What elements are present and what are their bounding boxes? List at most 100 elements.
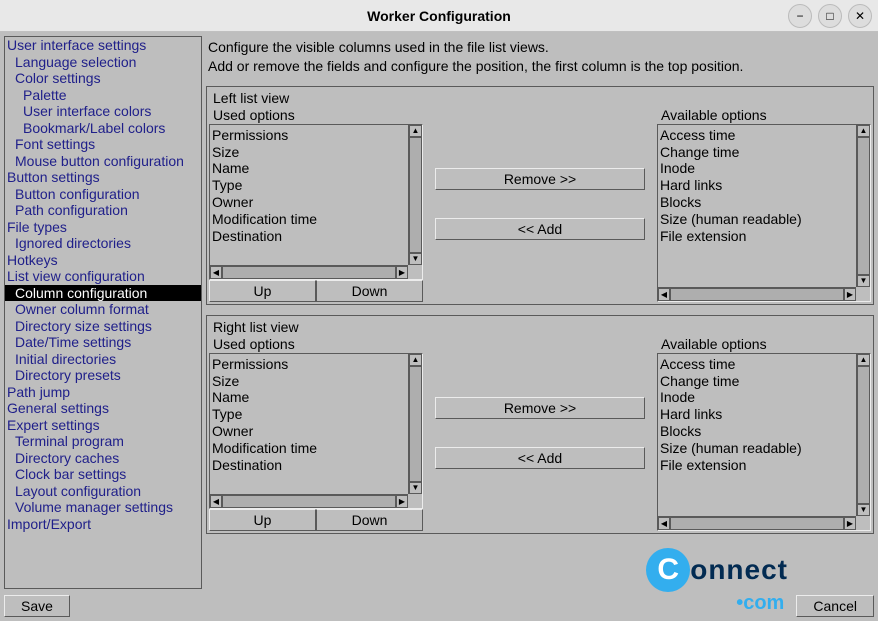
horizontal-scrollbar[interactable]: ◀ ▶ — [210, 265, 408, 279]
sidebar-item[interactable]: Import/Export — [5, 516, 201, 533]
sidebar-item[interactable]: List view configuration — [5, 268, 201, 285]
vertical-scrollbar[interactable]: ▲ ▼ — [856, 354, 870, 516]
sidebar-item[interactable]: Layout configuration — [5, 483, 201, 500]
horizontal-scrollbar[interactable]: ◀ ▶ — [658, 516, 856, 530]
move-down-button[interactable]: Down — [316, 280, 423, 302]
list-item[interactable]: Access time — [660, 127, 868, 144]
scroll-down-icon[interactable]: ▼ — [857, 275, 870, 287]
scroll-up-icon[interactable]: ▲ — [409, 354, 422, 366]
scroll-down-icon[interactable]: ▼ — [409, 253, 422, 265]
sidebar-item[interactable]: Button settings — [5, 169, 201, 186]
sidebar-item[interactable]: Date/Time settings — [5, 334, 201, 351]
move-up-button[interactable]: Up — [209, 509, 316, 531]
scroll-track[interactable] — [670, 517, 844, 530]
vertical-scrollbar[interactable]: ▲ ▼ — [408, 354, 422, 494]
list-item[interactable]: Name — [212, 389, 420, 406]
used-options-list[interactable]: PermissionsSizeNameTypeOwnerModification… — [209, 124, 423, 280]
cancel-button[interactable]: Cancel — [796, 595, 874, 617]
sidebar-item[interactable]: Button configuration — [5, 186, 201, 203]
horizontal-scrollbar[interactable]: ◀ ▶ — [210, 494, 408, 508]
list-item[interactable]: Hard links — [660, 177, 868, 194]
list-item[interactable]: Destination — [212, 457, 420, 474]
sidebar-item[interactable]: Directory size settings — [5, 318, 201, 335]
sidebar-item[interactable]: Column configuration — [5, 285, 201, 302]
list-item[interactable]: Size — [212, 373, 420, 390]
list-item[interactable]: File extension — [660, 228, 868, 245]
list-item[interactable]: Permissions — [212, 127, 420, 144]
scroll-right-icon[interactable]: ▶ — [844, 288, 856, 301]
scroll-right-icon[interactable]: ▶ — [844, 517, 856, 530]
scroll-right-icon[interactable]: ▶ — [396, 495, 408, 508]
sidebar-item[interactable]: Mouse button configuration — [5, 153, 201, 170]
scroll-left-icon[interactable]: ◀ — [658, 288, 670, 301]
sidebar-item[interactable]: Palette — [5, 87, 201, 104]
sidebar-item[interactable]: Initial directories — [5, 351, 201, 368]
scroll-up-icon[interactable]: ▲ — [857, 125, 870, 137]
list-item[interactable]: File extension — [660, 457, 868, 474]
move-up-button[interactable]: Up — [209, 280, 316, 302]
sidebar-item[interactable]: Clock bar settings — [5, 466, 201, 483]
list-item[interactable]: Change time — [660, 373, 868, 390]
scroll-down-icon[interactable]: ▼ — [857, 504, 870, 516]
add-button[interactable]: << Add — [435, 218, 645, 240]
scroll-track[interactable] — [670, 288, 844, 301]
sidebar-item[interactable]: General settings — [5, 400, 201, 417]
scroll-left-icon[interactable]: ◀ — [210, 495, 222, 508]
available-options-list[interactable]: Access timeChange timeInodeHard linksBlo… — [657, 124, 871, 302]
list-item[interactable]: Inode — [660, 389, 868, 406]
close-button[interactable]: ✕ — [848, 4, 872, 28]
sidebar-item[interactable]: User interface colors — [5, 103, 201, 120]
list-item[interactable]: Destination — [212, 228, 420, 245]
sidebar-item[interactable]: User interface settings — [5, 37, 201, 54]
maximize-button[interactable]: □ — [818, 4, 842, 28]
list-item[interactable]: Size (human readable) — [660, 211, 868, 228]
sidebar-item[interactable]: Directory presets — [5, 367, 201, 384]
scroll-left-icon[interactable]: ◀ — [658, 517, 670, 530]
remove-button[interactable]: Remove >> — [435, 397, 645, 419]
scroll-track[interactable] — [222, 495, 396, 508]
list-item[interactable]: Owner — [212, 423, 420, 440]
vertical-scrollbar[interactable]: ▲ ▼ — [408, 125, 422, 265]
sidebar-item[interactable]: Ignored directories — [5, 235, 201, 252]
scroll-track[interactable] — [857, 366, 870, 504]
sidebar-item[interactable]: Bookmark/Label colors — [5, 120, 201, 137]
sidebar-item[interactable]: Terminal program — [5, 433, 201, 450]
scroll-up-icon[interactable]: ▲ — [409, 125, 422, 137]
save-button[interactable]: Save — [4, 595, 70, 617]
scroll-track[interactable] — [409, 366, 422, 482]
minimize-button[interactable]: − — [788, 4, 812, 28]
list-item[interactable]: Type — [212, 406, 420, 423]
scroll-track[interactable] — [222, 266, 396, 279]
list-item[interactable]: Modification time — [212, 211, 420, 228]
horizontal-scrollbar[interactable]: ◀ ▶ — [658, 287, 856, 301]
scroll-up-icon[interactable]: ▲ — [857, 354, 870, 366]
sidebar-item[interactable]: Language selection — [5, 54, 201, 71]
sidebar-item[interactable]: Hotkeys — [5, 252, 201, 269]
list-item[interactable]: Permissions — [212, 356, 420, 373]
sidebar-item[interactable]: Expert settings — [5, 417, 201, 434]
sidebar-item[interactable]: Font settings — [5, 136, 201, 153]
scroll-track[interactable] — [409, 137, 422, 253]
sidebar-item[interactable]: Directory caches — [5, 450, 201, 467]
sidebar-item[interactable]: Owner column format — [5, 301, 201, 318]
sidebar-item[interactable]: File types — [5, 219, 201, 236]
list-item[interactable]: Size — [212, 144, 420, 161]
sidebar-item[interactable]: Path configuration — [5, 202, 201, 219]
scroll-left-icon[interactable]: ◀ — [210, 266, 222, 279]
list-item[interactable]: Change time — [660, 144, 868, 161]
list-item[interactable]: Owner — [212, 194, 420, 211]
list-item[interactable]: Modification time — [212, 440, 420, 457]
available-options-list[interactable]: Access timeChange timeInodeHard linksBlo… — [657, 353, 871, 531]
add-button[interactable]: << Add — [435, 447, 645, 469]
list-item[interactable]: Size (human readable) — [660, 440, 868, 457]
list-item[interactable]: Type — [212, 177, 420, 194]
list-item[interactable]: Name — [212, 160, 420, 177]
sidebar-item[interactable]: Path jump — [5, 384, 201, 401]
vertical-scrollbar[interactable]: ▲ ▼ — [856, 125, 870, 287]
list-item[interactable]: Inode — [660, 160, 868, 177]
list-item[interactable]: Blocks — [660, 194, 868, 211]
scroll-track[interactable] — [857, 137, 870, 275]
scroll-right-icon[interactable]: ▶ — [396, 266, 408, 279]
list-item[interactable]: Blocks — [660, 423, 868, 440]
list-item[interactable]: Access time — [660, 356, 868, 373]
